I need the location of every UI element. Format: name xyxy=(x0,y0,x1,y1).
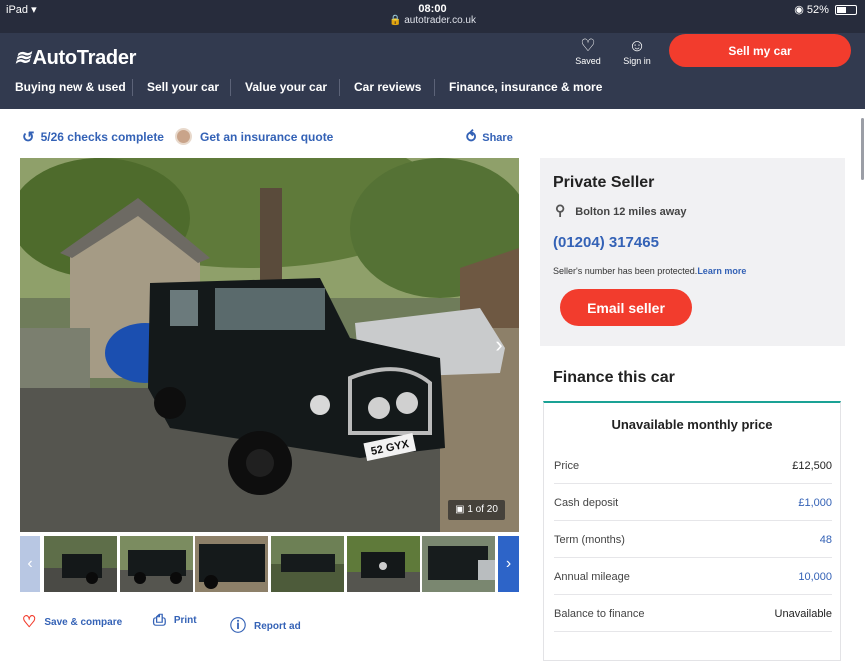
thumbs-prev-button[interactable]: ‹ xyxy=(20,536,40,592)
sign-in-label: Sign in xyxy=(623,56,651,66)
heart-icon: ♡ xyxy=(580,36,596,55)
nav-buying[interactable]: Buying new & used xyxy=(15,80,126,94)
seller-location: ⚲ Bolton 12 miles away xyxy=(555,202,687,218)
chevron-right-icon: › xyxy=(495,332,503,357)
thumbnail[interactable] xyxy=(195,536,268,592)
thumbnail[interactable] xyxy=(271,536,344,592)
thumbnail[interactable] xyxy=(44,536,117,592)
next-photo-button[interactable]: › xyxy=(484,326,514,364)
history-icon: ↺ xyxy=(22,129,35,146)
address-bar[interactable]: 🔒 autotrader.co.uk xyxy=(0,15,865,26)
photo-counter: ▣ 1 of 20 xyxy=(448,500,505,520)
seller-phone[interactable]: (01204) 317465 xyxy=(553,234,659,251)
print-button[interactable]: ⎙ Print xyxy=(153,612,197,630)
sign-in-button[interactable]: ☺ Sign in xyxy=(617,36,657,66)
checks-link[interactable]: ↺ 5/26 checks complete xyxy=(22,128,164,146)
car-photo: 52 GYX xyxy=(20,158,519,532)
nav-divider xyxy=(230,79,231,96)
camera-icon: ▣ xyxy=(455,504,465,515)
thumbs-next-button[interactable]: › xyxy=(498,536,519,592)
avatar xyxy=(175,128,192,145)
saved-label: Saved xyxy=(575,56,601,66)
finance-card: Unavailable monthly price Price £12,500 … xyxy=(543,401,841,661)
seller-card: Private Seller ⚲ Bolton 12 miles away (01… xyxy=(540,158,845,346)
share-button[interactable]: ⥀ Share xyxy=(466,128,513,146)
alert-icon: ⓘ xyxy=(230,618,247,635)
nav-sell[interactable]: Sell your car xyxy=(147,80,219,94)
save-compare-button[interactable]: ♡ Save & compare xyxy=(22,612,122,632)
report-ad-button[interactable]: ⓘ Report ad xyxy=(230,612,301,636)
share-icon: ⥀ xyxy=(466,129,477,146)
logo-mark-icon: ≋ xyxy=(14,47,31,69)
sell-my-car-button[interactable]: Sell my car xyxy=(669,34,851,67)
site-header: ≋ AutoTrader ♡ Saved ☺ Sign in Sell my ca… xyxy=(0,33,865,109)
thumbnail-strip: ‹ › xyxy=(20,536,519,592)
battery-fill xyxy=(837,7,847,14)
heart-icon: ♡ xyxy=(22,614,37,631)
nav-divider xyxy=(339,79,340,96)
user-icon: ☺ xyxy=(628,36,646,55)
finance-row-term[interactable]: Term (months) 48 xyxy=(554,521,832,558)
monthly-price-heading: Unavailable monthly price xyxy=(611,417,773,432)
lock-icon: 🔒 xyxy=(389,15,402,26)
page-scrollbar[interactable] xyxy=(861,118,864,180)
clock: 08:00 xyxy=(418,3,447,15)
nav-value[interactable]: Value your car xyxy=(245,80,327,94)
chevron-right-icon: › xyxy=(505,555,512,572)
thumbnail[interactable] xyxy=(120,536,193,592)
seller-note: Seller's number has been protected.Learn… xyxy=(553,266,747,276)
thumbnail[interactable] xyxy=(347,536,420,592)
finance-row-mileage[interactable]: Annual mileage 10,000 xyxy=(554,558,832,595)
seller-title: Private Seller xyxy=(553,174,655,191)
email-seller-button[interactable]: Email seller xyxy=(560,289,692,326)
chevron-left-icon: ‹ xyxy=(27,555,33,572)
battery-icon xyxy=(835,5,857,16)
ios-status-bar: iPad ▾ 08:00 🔒 autotrader.co.uk ◉ 52% xyxy=(0,0,865,33)
thumbnail[interactable] xyxy=(422,536,495,592)
main-photo[interactable]: 52 GYX xyxy=(20,158,519,532)
location-pin-icon: ⚲ xyxy=(555,202,566,218)
nav-reviews[interactable]: Car reviews xyxy=(354,80,421,94)
printer-icon: ⎙ xyxy=(153,612,166,629)
autotrader-logo[interactable]: ≋ AutoTrader xyxy=(14,45,136,70)
finance-row-deposit[interactable]: Cash deposit £1,000 xyxy=(554,484,832,521)
nav-divider xyxy=(434,79,435,96)
main-nav: Buying new & used Sell your car Value yo… xyxy=(0,77,865,99)
finance-row-price: Price £12,500 xyxy=(554,447,832,484)
orientation-lock-icon: ◉ xyxy=(794,4,804,16)
learn-more-link[interactable]: Learn more xyxy=(697,266,746,276)
finance-row-balance: Balance to finance Unavailable xyxy=(554,595,832,632)
insurance-link[interactable]: Get an insurance quote xyxy=(175,128,333,145)
battery-percent: 52% xyxy=(806,4,829,16)
url-text: autotrader.co.uk xyxy=(404,15,476,26)
nav-divider xyxy=(132,79,133,96)
nav-finance[interactable]: Finance, insurance & more xyxy=(449,80,602,94)
saved-button[interactable]: ♡ Saved xyxy=(568,36,608,66)
finance-title: Finance this car xyxy=(553,369,675,386)
